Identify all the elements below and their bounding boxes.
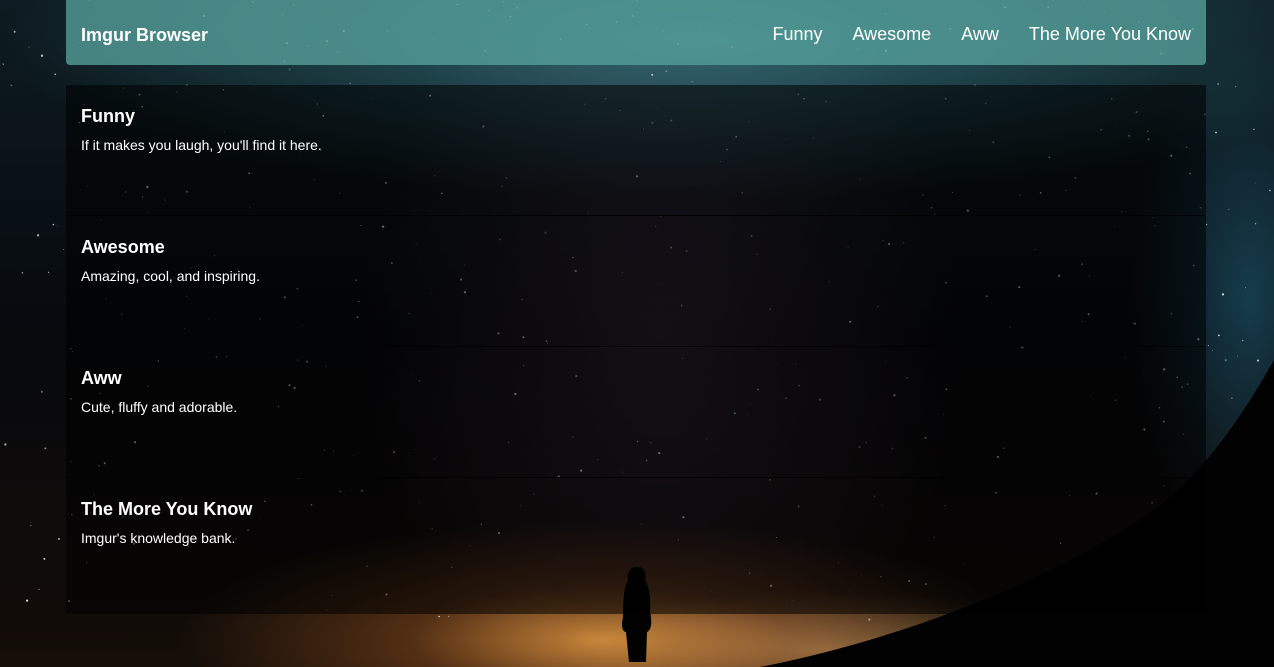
top-navbar: Imgur Browser Funny Awesome Aww The More… (66, 0, 1206, 65)
nav-item-awesome: Awesome (852, 22, 931, 46)
category-section-funny[interactable]: Funny If it makes you laugh, you'll find… (66, 85, 1206, 216)
nav-link-the-more-you-know[interactable]: The More You Know (1029, 24, 1191, 44)
category-title: The More You Know (81, 499, 253, 519)
nav-link-aww[interactable]: Aww (961, 24, 999, 44)
nav-item-the-more-you-know: The More You Know (1029, 22, 1191, 46)
category-section-aww[interactable]: Aww Cute, fluffy and adorable. (66, 347, 1206, 478)
category-section-the-more-you-know[interactable]: The More You Know Imgur's knowledge bank… (66, 478, 1206, 611)
category-section-awesome[interactable]: Awesome Amazing, cool, and inspiring. (66, 216, 1206, 347)
nav-item-funny: Funny (772, 22, 822, 46)
nav-links: Funny Awesome Aww The More You Know (772, 22, 1191, 46)
category-description: Imgur's knowledge bank. (81, 530, 236, 546)
category-description: Cute, fluffy and adorable. (81, 399, 238, 415)
nav-item-aww: Aww (961, 22, 999, 46)
nav-link-awesome[interactable]: Awesome (852, 24, 931, 44)
category-list: Funny If it makes you laugh, you'll find… (66, 85, 1206, 614)
category-title: Aww (81, 368, 122, 388)
category-title: Funny (81, 106, 135, 126)
category-description: If it makes you laugh, you'll find it he… (81, 137, 322, 153)
brand-link[interactable]: Imgur Browser (81, 24, 208, 46)
nav-link-funny[interactable]: Funny (772, 24, 822, 44)
category-title: Awesome (81, 237, 165, 257)
category-description: Amazing, cool, and inspiring. (81, 268, 260, 284)
